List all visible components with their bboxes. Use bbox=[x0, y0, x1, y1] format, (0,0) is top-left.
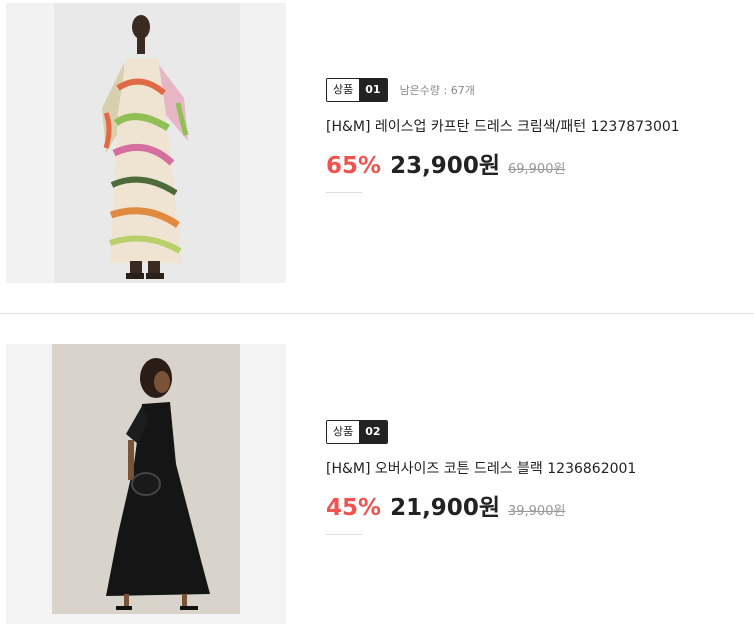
short-divider bbox=[326, 192, 362, 193]
sale-price: 21,900원 bbox=[390, 495, 500, 521]
product-name-link[interactable]: [H&M] 레이스업 카프탄 드레스 크림색/패턴 1237873001 bbox=[326, 116, 680, 136]
sale-price: 23,900원 bbox=[390, 153, 500, 179]
product-item[interactable]: 상품 02 [H&M] 오버사이즈 코튼 드레스 블랙 1236862001 4… bbox=[0, 314, 754, 624]
discount-rate: 45% bbox=[326, 495, 382, 521]
badge-label: 상품 bbox=[327, 79, 360, 101]
original-price: 69,900원 bbox=[507, 162, 566, 177]
product-image[interactable] bbox=[6, 344, 286, 624]
product-item[interactable]: 상품 01 남은수량 : 67개 [H&M] 레이스업 카프탄 드레스 크림색/… bbox=[0, 0, 754, 313]
product-info: 상품 02 [H&M] 오버사이즈 코튼 드레스 블랙 1236862001 4… bbox=[326, 420, 636, 535]
badge-number: 01 bbox=[359, 79, 387, 101]
black-cotton-dress-photo bbox=[6, 344, 286, 614]
stock-remaining: 남은수량 : 67개 bbox=[399, 84, 475, 97]
tag-row: 상품 02 bbox=[326, 420, 636, 444]
product-info: 상품 01 남은수량 : 67개 [H&M] 레이스업 카프탄 드레스 크림색/… bbox=[326, 78, 680, 193]
product-image[interactable] bbox=[6, 3, 286, 283]
short-divider bbox=[326, 534, 362, 535]
badge-label: 상품 bbox=[327, 421, 360, 443]
badge-number: 02 bbox=[359, 421, 387, 443]
discount-rate: 65% bbox=[326, 153, 382, 179]
price-row: 45% 21,900원 39,900원 bbox=[326, 488, 636, 522]
product-name-link[interactable]: [H&M] 오버사이즈 코튼 드레스 블랙 1236862001 bbox=[326, 458, 636, 478]
price-row: 65% 23,900원 69,900원 bbox=[326, 146, 680, 180]
product-number-badge: 상품 02 bbox=[326, 420, 388, 444]
tag-row: 상품 01 남은수량 : 67개 bbox=[326, 78, 680, 102]
caftan-dress-photo bbox=[6, 3, 286, 283]
product-number-badge: 상품 01 bbox=[326, 78, 388, 102]
original-price: 39,900원 bbox=[507, 504, 566, 519]
